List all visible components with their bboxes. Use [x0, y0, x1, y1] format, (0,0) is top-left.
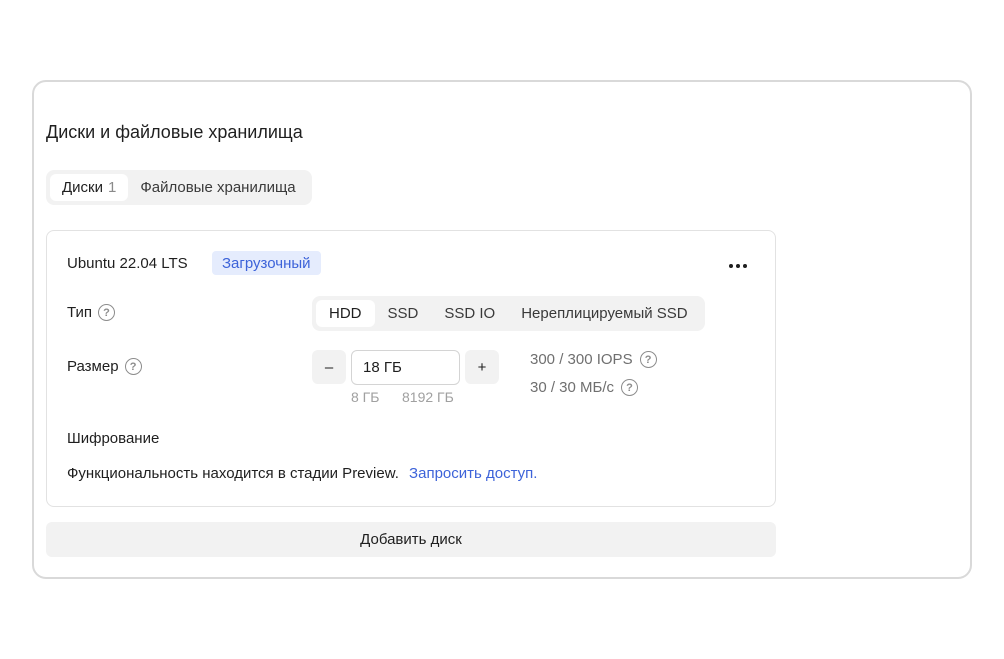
encryption-text-row: Функциональность находится в стадии Prev…	[67, 465, 537, 482]
tab-file-storages-label: Файловые хранилища	[140, 179, 296, 196]
add-disk-button[interactable]: Добавить диск	[46, 522, 776, 557]
size-max-hint: 8192 ГБ	[402, 389, 454, 405]
size-min-hint: 8 ГБ	[351, 389, 380, 405]
boot-badge: Загрузочный	[212, 251, 321, 275]
request-access-link[interactable]: Запросить доступ.	[409, 465, 537, 482]
tab-disks[interactable]: Диски 1	[50, 174, 129, 201]
help-icon[interactable]: ?	[621, 379, 639, 396]
type-label-row: Тип ?	[67, 304, 116, 321]
tab-file-storages[interactable]: Файловые хранилища	[128, 174, 307, 201]
size-label: Размер	[67, 358, 119, 375]
help-icon[interactable]: ?	[124, 358, 142, 375]
disk-type-ssd[interactable]: SSD	[375, 300, 432, 327]
disks-panel: Диски и файловые хранилища Диски 1 Файло…	[32, 80, 972, 579]
encryption-title: Шифрование	[67, 430, 160, 447]
throughput-row: 30 / 30 МБ/с ?	[530, 379, 639, 396]
help-icon[interactable]: ?	[98, 304, 116, 321]
disk-type-selector: HDD SSD SSD IO Нереплицируемый SSD	[312, 296, 705, 331]
tab-disks-label: Диски	[62, 179, 103, 196]
disk-type-ssd-io[interactable]: SSD IO	[431, 300, 508, 327]
more-horizontal-icon[interactable]	[727, 255, 749, 277]
tab-disks-count: 1	[107, 179, 117, 196]
disk-card: Ubuntu 22.04 LTS Загрузочный Тип ? HDD S…	[46, 230, 776, 507]
throughput-value: 30 / 30 МБ/с	[530, 379, 615, 396]
size-increment-button[interactable]: +	[465, 350, 499, 384]
encryption-text: Функциональность находится в стадии Prev…	[67, 465, 399, 482]
disk-name: Ubuntu 22.04 LTS	[67, 255, 188, 272]
disk-type-hdd[interactable]: HDD	[316, 300, 375, 327]
disk-type-nonreplicated-ssd[interactable]: Нереплицируемый SSD	[508, 300, 700, 327]
disk-tabs: Диски 1 Файловые хранилища	[46, 170, 312, 205]
type-label: Тип	[67, 304, 93, 321]
iops-value: 300 / 300 IOPS	[530, 351, 633, 368]
size-label-row: Размер ?	[67, 358, 142, 375]
section-title: Диски и файловые хранилища	[46, 122, 303, 142]
size-input[interactable]: 18 ГБ	[351, 350, 460, 385]
iops-row: 300 / 300 IOPS ?	[530, 351, 657, 368]
size-decrement-button[interactable]: –	[312, 350, 346, 384]
help-icon[interactable]: ?	[639, 351, 657, 368]
